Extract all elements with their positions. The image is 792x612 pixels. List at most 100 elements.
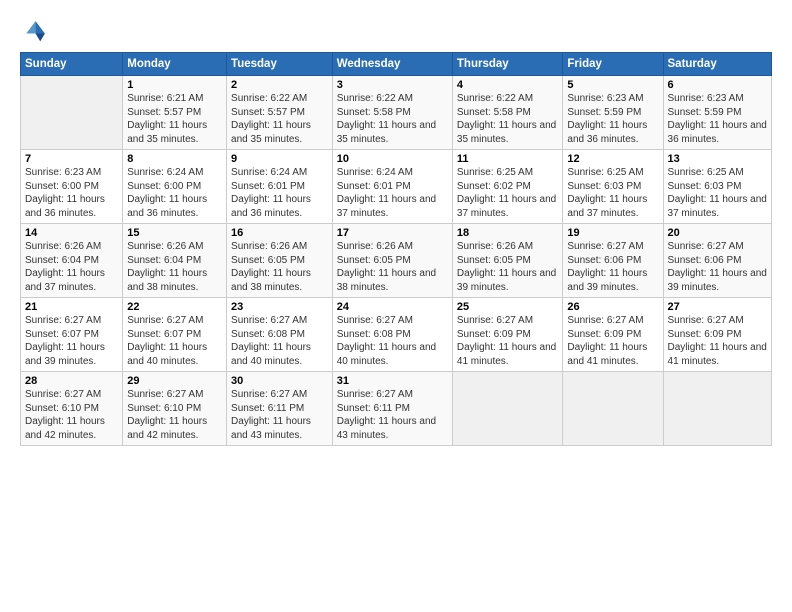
day-detail: Sunrise: 6:27 AM Sunset: 6:10 PM Dayligh… [25,388,118,442]
day-cell: 8Sunrise: 6:24 AM Sunset: 6:00 PM Daylig… [123,150,227,224]
day-detail: Sunrise: 6:21 AM Sunset: 5:57 PM Dayligh… [127,92,222,146]
day-detail: Sunrise: 6:27 AM Sunset: 6:10 PM Dayligh… [127,388,222,442]
day-cell: 2Sunrise: 6:22 AM Sunset: 5:57 PM Daylig… [227,76,333,150]
header-cell-tuesday: Tuesday [227,53,333,76]
week-row-4: 21Sunrise: 6:27 AM Sunset: 6:07 PM Dayli… [21,298,772,372]
header-cell-sunday: Sunday [21,53,123,76]
week-row-5: 28Sunrise: 6:27 AM Sunset: 6:10 PM Dayli… [21,372,772,446]
day-cell: 6Sunrise: 6:23 AM Sunset: 5:59 PM Daylig… [663,76,771,150]
day-detail: Sunrise: 6:27 AM Sunset: 6:08 PM Dayligh… [337,314,448,368]
day-number: 5 [567,79,658,91]
day-cell: 11Sunrise: 6:25 AM Sunset: 6:02 PM Dayli… [452,150,563,224]
day-cell: 30Sunrise: 6:27 AM Sunset: 6:11 PM Dayli… [227,372,333,446]
day-cell: 20Sunrise: 6:27 AM Sunset: 6:06 PM Dayli… [663,224,771,298]
day-cell: 7Sunrise: 6:23 AM Sunset: 6:00 PM Daylig… [21,150,123,224]
day-detail: Sunrise: 6:26 AM Sunset: 6:05 PM Dayligh… [457,240,559,294]
day-cell: 21Sunrise: 6:27 AM Sunset: 6:07 PM Dayli… [21,298,123,372]
day-number: 24 [337,301,448,313]
day-cell: 4Sunrise: 6:22 AM Sunset: 5:58 PM Daylig… [452,76,563,150]
week-row-1: 1Sunrise: 6:21 AM Sunset: 5:57 PM Daylig… [21,76,772,150]
day-cell: 24Sunrise: 6:27 AM Sunset: 6:08 PM Dayli… [332,298,452,372]
day-number: 21 [25,301,118,313]
day-number: 28 [25,375,118,387]
day-detail: Sunrise: 6:23 AM Sunset: 6:00 PM Dayligh… [25,166,118,220]
day-number: 17 [337,227,448,239]
day-detail: Sunrise: 6:27 AM Sunset: 6:07 PM Dayligh… [127,314,222,368]
week-row-3: 14Sunrise: 6:26 AM Sunset: 6:04 PM Dayli… [21,224,772,298]
day-cell [663,372,771,446]
day-cell: 13Sunrise: 6:25 AM Sunset: 6:03 PM Dayli… [663,150,771,224]
day-number: 12 [567,153,658,165]
day-detail: Sunrise: 6:24 AM Sunset: 6:01 PM Dayligh… [337,166,448,220]
logo-icon [20,18,48,46]
day-cell: 29Sunrise: 6:27 AM Sunset: 6:10 PM Dayli… [123,372,227,446]
day-detail: Sunrise: 6:27 AM Sunset: 6:08 PM Dayligh… [231,314,328,368]
day-cell: 10Sunrise: 6:24 AM Sunset: 6:01 PM Dayli… [332,150,452,224]
day-number: 1 [127,79,222,91]
day-detail: Sunrise: 6:27 AM Sunset: 6:06 PM Dayligh… [567,240,658,294]
day-detail: Sunrise: 6:27 AM Sunset: 6:11 PM Dayligh… [231,388,328,442]
day-number: 10 [337,153,448,165]
day-number: 4 [457,79,559,91]
day-detail: Sunrise: 6:24 AM Sunset: 6:01 PM Dayligh… [231,166,328,220]
day-cell: 19Sunrise: 6:27 AM Sunset: 6:06 PM Dayli… [563,224,663,298]
day-number: 13 [668,153,767,165]
day-cell: 3Sunrise: 6:22 AM Sunset: 5:58 PM Daylig… [332,76,452,150]
day-cell: 18Sunrise: 6:26 AM Sunset: 6:05 PM Dayli… [452,224,563,298]
day-number: 15 [127,227,222,239]
day-number: 22 [127,301,222,313]
day-number: 8 [127,153,222,165]
day-cell: 15Sunrise: 6:26 AM Sunset: 6:04 PM Dayli… [123,224,227,298]
day-detail: Sunrise: 6:26 AM Sunset: 6:04 PM Dayligh… [25,240,118,294]
day-detail: Sunrise: 6:27 AM Sunset: 6:11 PM Dayligh… [337,388,448,442]
day-detail: Sunrise: 6:25 AM Sunset: 6:02 PM Dayligh… [457,166,559,220]
day-detail: Sunrise: 6:24 AM Sunset: 6:00 PM Dayligh… [127,166,222,220]
day-number: 16 [231,227,328,239]
day-cell: 23Sunrise: 6:27 AM Sunset: 6:08 PM Dayli… [227,298,333,372]
day-detail: Sunrise: 6:26 AM Sunset: 6:05 PM Dayligh… [337,240,448,294]
header-cell-wednesday: Wednesday [332,53,452,76]
header-cell-saturday: Saturday [663,53,771,76]
day-cell [452,372,563,446]
day-cell: 16Sunrise: 6:26 AM Sunset: 6:05 PM Dayli… [227,224,333,298]
day-number: 20 [668,227,767,239]
day-cell: 12Sunrise: 6:25 AM Sunset: 6:03 PM Dayli… [563,150,663,224]
day-number: 14 [25,227,118,239]
day-number: 11 [457,153,559,165]
day-cell: 26Sunrise: 6:27 AM Sunset: 6:09 PM Dayli… [563,298,663,372]
logo [20,18,52,46]
day-detail: Sunrise: 6:25 AM Sunset: 6:03 PM Dayligh… [567,166,658,220]
day-detail: Sunrise: 6:23 AM Sunset: 5:59 PM Dayligh… [567,92,658,146]
day-number: 7 [25,153,118,165]
day-cell: 14Sunrise: 6:26 AM Sunset: 6:04 PM Dayli… [21,224,123,298]
week-row-2: 7Sunrise: 6:23 AM Sunset: 6:00 PM Daylig… [21,150,772,224]
day-cell: 27Sunrise: 6:27 AM Sunset: 6:09 PM Dayli… [663,298,771,372]
day-cell: 28Sunrise: 6:27 AM Sunset: 6:10 PM Dayli… [21,372,123,446]
day-detail: Sunrise: 6:26 AM Sunset: 6:04 PM Dayligh… [127,240,222,294]
day-number: 26 [567,301,658,313]
day-number: 27 [668,301,767,313]
day-cell: 5Sunrise: 6:23 AM Sunset: 5:59 PM Daylig… [563,76,663,150]
day-detail: Sunrise: 6:27 AM Sunset: 6:07 PM Dayligh… [25,314,118,368]
day-number: 18 [457,227,559,239]
day-detail: Sunrise: 6:22 AM Sunset: 5:58 PM Dayligh… [457,92,559,146]
day-cell: 31Sunrise: 6:27 AM Sunset: 6:11 PM Dayli… [332,372,452,446]
day-number: 19 [567,227,658,239]
day-cell: 17Sunrise: 6:26 AM Sunset: 6:05 PM Dayli… [332,224,452,298]
day-cell: 25Sunrise: 6:27 AM Sunset: 6:09 PM Dayli… [452,298,563,372]
day-detail: Sunrise: 6:27 AM Sunset: 6:09 PM Dayligh… [457,314,559,368]
header-cell-monday: Monday [123,53,227,76]
day-detail: Sunrise: 6:27 AM Sunset: 6:09 PM Dayligh… [668,314,767,368]
header [20,18,772,46]
day-number: 23 [231,301,328,313]
day-number: 30 [231,375,328,387]
day-detail: Sunrise: 6:22 AM Sunset: 5:57 PM Dayligh… [231,92,328,146]
day-number: 31 [337,375,448,387]
page: SundayMondayTuesdayWednesdayThursdayFrid… [0,0,792,456]
day-detail: Sunrise: 6:27 AM Sunset: 6:09 PM Dayligh… [567,314,658,368]
header-cell-friday: Friday [563,53,663,76]
day-cell: 1Sunrise: 6:21 AM Sunset: 5:57 PM Daylig… [123,76,227,150]
day-cell [21,76,123,150]
day-cell: 22Sunrise: 6:27 AM Sunset: 6:07 PM Dayli… [123,298,227,372]
day-number: 3 [337,79,448,91]
